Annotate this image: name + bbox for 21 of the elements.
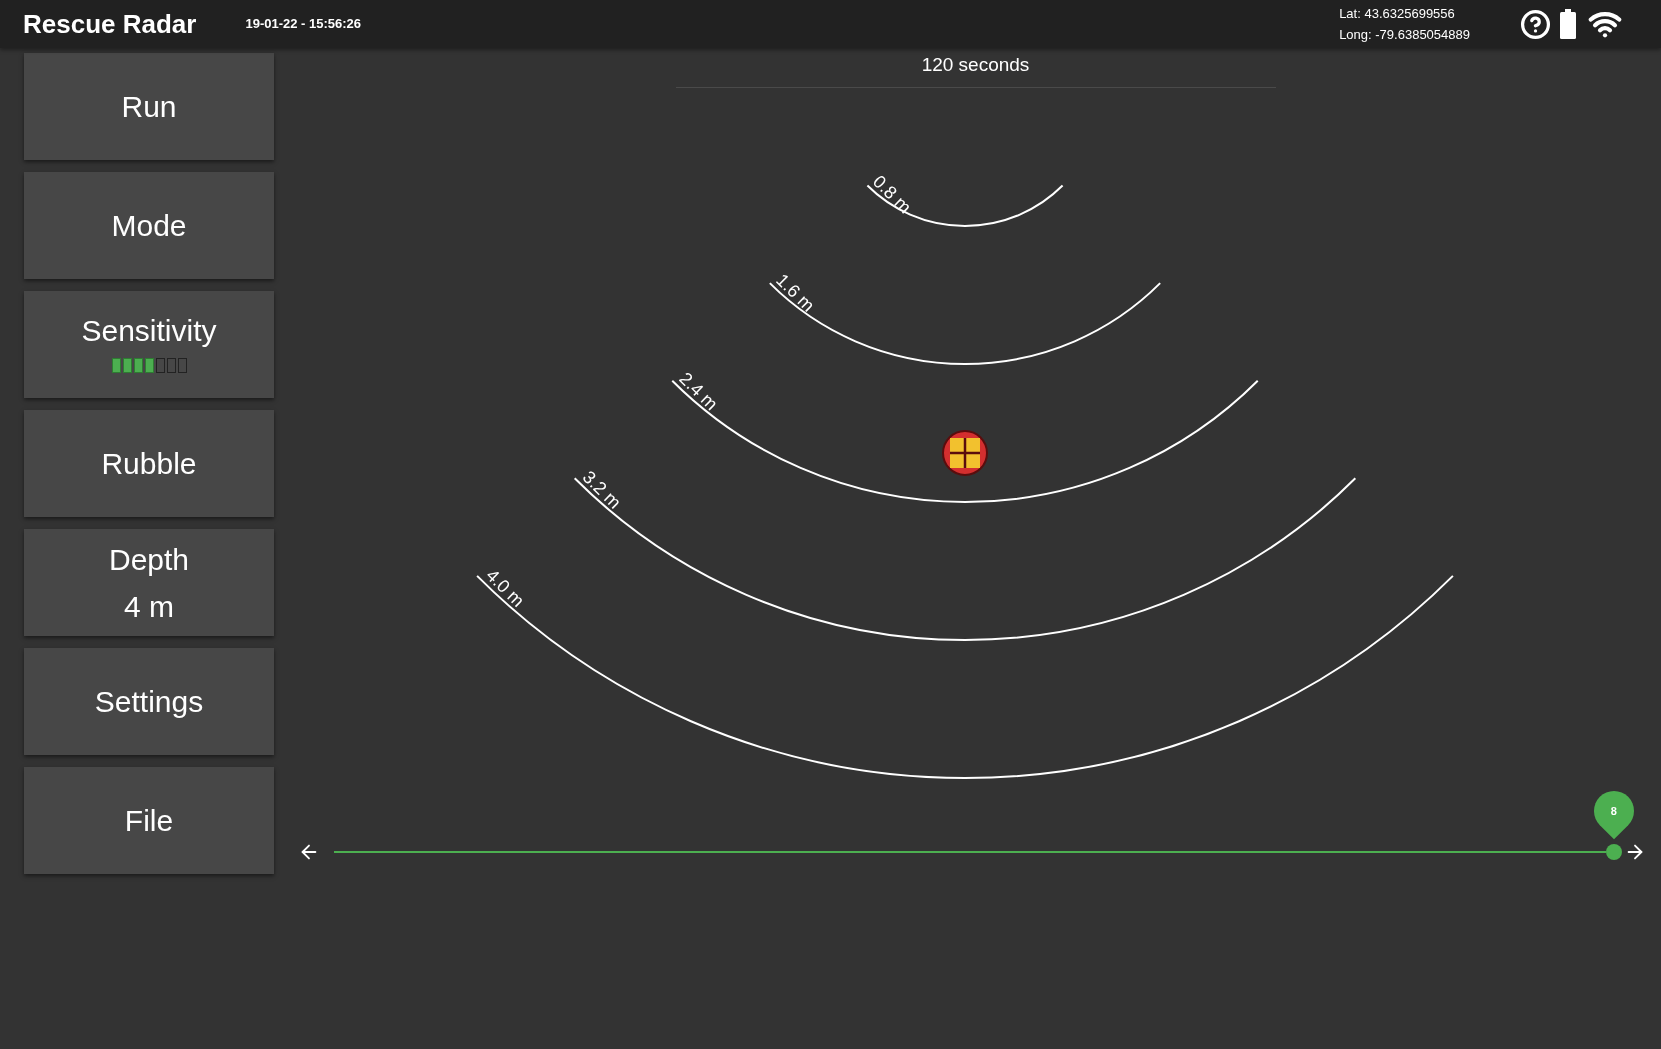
target-marker-icon <box>942 430 988 476</box>
app-title: Rescue Radar <box>23 7 197 41</box>
menu-button[interactable]: Settings <box>24 648 274 755</box>
menu-button[interactable]: Mode <box>24 172 274 279</box>
date-time: 19-01-22 - 15:56:26 <box>245 15 362 34</box>
latitude: Lat: 43.6325699556 <box>1339 5 1456 23</box>
timeline-thumb[interactable] <box>1606 844 1622 860</box>
duration-label: 120 seconds <box>675 50 1276 88</box>
help-icon[interactable] <box>1520 8 1551 40</box>
range-label: 3.2 m <box>578 466 625 513</box>
longitude: Long: -79.6385054889 <box>1339 26 1470 44</box>
menu-button[interactable]: File <box>24 767 274 874</box>
menu-button[interactable]: Rubble <box>24 410 274 517</box>
battery-icon[interactable] <box>1560 9 1576 39</box>
menu-button[interactable]: Run <box>24 53 274 160</box>
range-label: 2.4 m <box>675 368 722 415</box>
depth-button[interactable]: Depth 4 m <box>24 529 274 636</box>
range-label: 1.6 m <box>772 269 819 316</box>
sensitivity-button[interactable]: Sensitivity <box>24 291 274 398</box>
timeline-track[interactable] <box>334 851 1606 853</box>
range-label: 4.0 m <box>482 565 529 611</box>
